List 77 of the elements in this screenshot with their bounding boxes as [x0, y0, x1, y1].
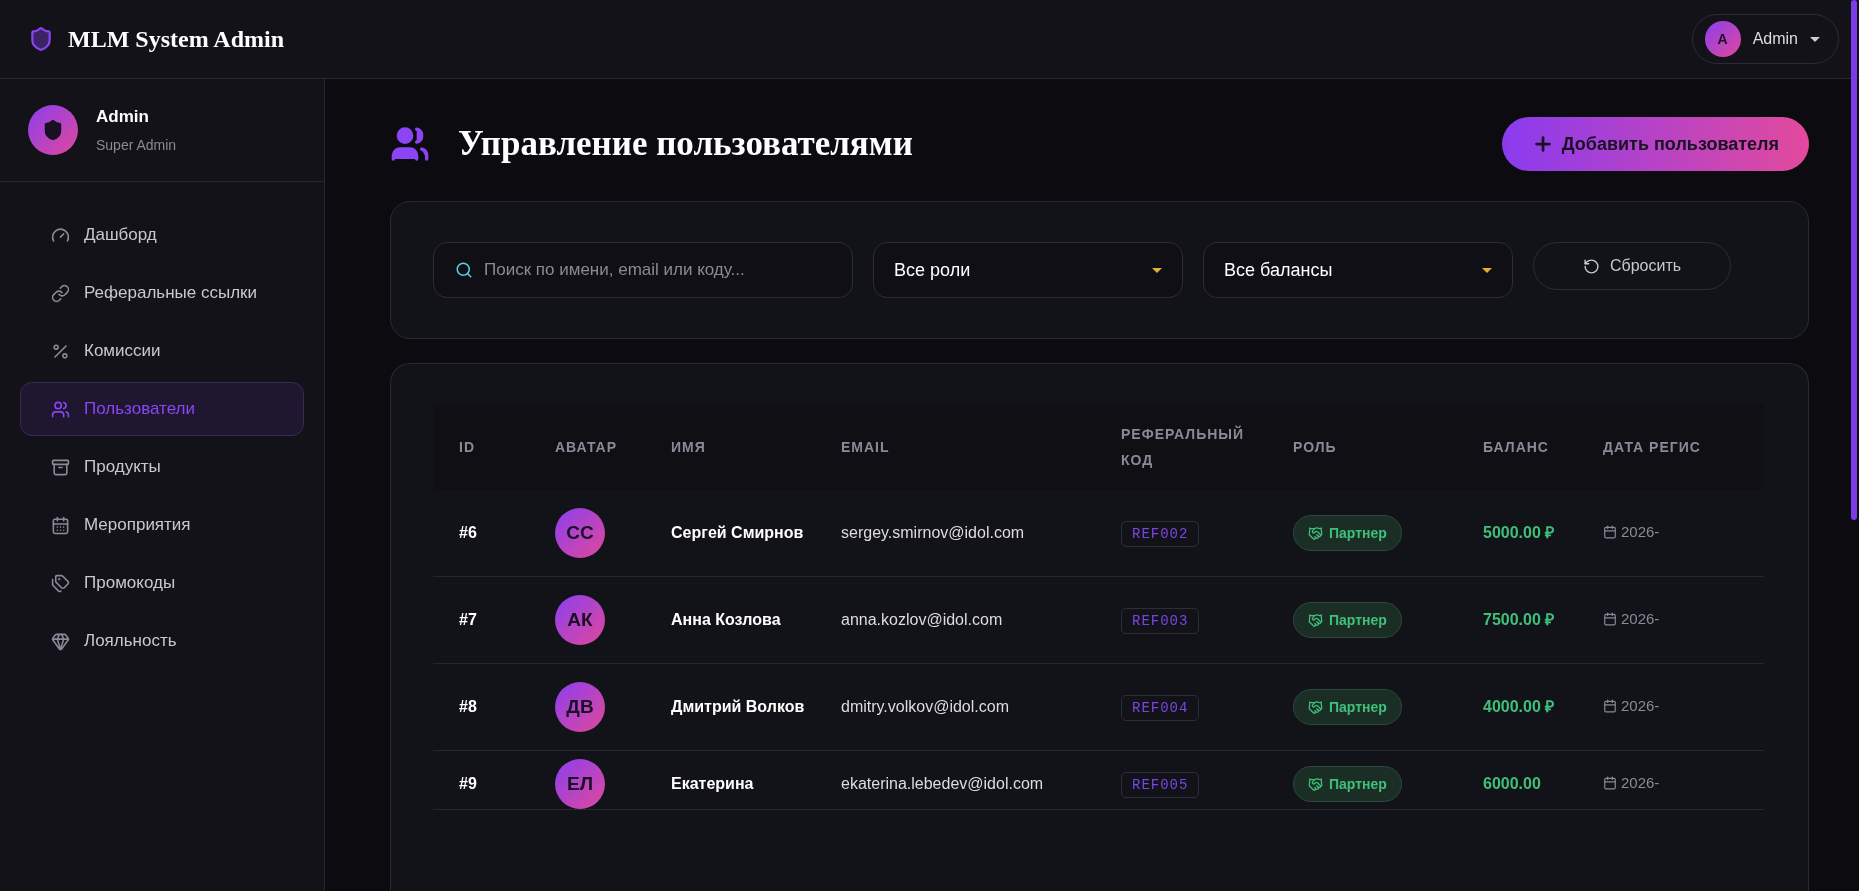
table-cell: dmitry.volkov@idol.com — [815, 663, 1095, 751]
table-cell: anna.kozlov@idol.com — [815, 576, 1095, 664]
referral-code: REF002 — [1121, 521, 1200, 547]
users-icon — [51, 399, 70, 419]
user-avatar: СС — [555, 508, 605, 558]
reset-icon — [1582, 257, 1600, 275]
column-header: БАЛАНС — [1457, 404, 1577, 490]
column-header: РЕФЕРАЛЬНЫЙ КОД — [1095, 404, 1267, 490]
table-cell: #7 — [433, 576, 529, 664]
role-badge: Партнер — [1293, 689, 1402, 725]
handshake-icon — [1308, 612, 1323, 628]
users-icon — [390, 124, 430, 164]
sidebar-item[interactable]: Продукты — [20, 440, 304, 494]
table-cell: #9 — [433, 750, 529, 810]
table-cell: Екатерина — [645, 750, 815, 810]
sidebar-item[interactable]: Реферальные ссылки — [20, 266, 304, 320]
role-badge: Партнер — [1293, 602, 1402, 638]
referral-code: REF005 — [1121, 772, 1200, 798]
profile-name: Admin — [96, 107, 150, 127]
user-avatar: АК — [555, 595, 605, 645]
table-cell: Дмитрий Волков — [645, 663, 815, 751]
table-cell: Сергей Смирнов — [645, 490, 815, 577]
search-field[interactable]: Поиск по имени, email или коду... — [433, 242, 853, 298]
date-text: 2026- — [1603, 768, 1660, 798]
gem-icon — [51, 631, 70, 651]
page-title: Управление пользователями — [458, 124, 913, 164]
table-cell: #8 — [433, 663, 529, 751]
table-cell: ekaterina.lebedev@idol.com — [815, 750, 1095, 810]
calendar-icon — [1603, 525, 1617, 539]
table-cell: 6000.00 — [1457, 750, 1577, 810]
sidebar-item[interactable]: Пользователи — [20, 382, 304, 436]
calendar-icon — [1603, 699, 1617, 713]
app-title: MLM System Admin — [68, 25, 284, 53]
scrollbar-thumb[interactable] — [1851, 0, 1857, 520]
box-icon — [51, 457, 70, 477]
profile-role: Super Admin — [96, 137, 177, 153]
calendar-icon — [1603, 776, 1617, 790]
sidebar-item[interactable]: Дашборд — [20, 208, 304, 262]
column-header: ДАТА РЕГИС — [1577, 404, 1764, 490]
table-cell: 5000.00 ₽ — [1457, 490, 1577, 577]
role-select[interactable]: Все роли — [873, 242, 1183, 298]
sidebar-item[interactable]: Лояльность — [20, 614, 304, 668]
add-user-button[interactable]: Добавить пользователя — [1501, 117, 1809, 171]
tags-icon — [51, 573, 70, 593]
sidebar-item[interactable]: Мероприятия — [20, 498, 304, 552]
user-avatar: ЕЛ — [555, 759, 605, 809]
column-header: РОЛЬ — [1267, 404, 1457, 490]
table-cell: sergey.smirnov@idol.com — [815, 490, 1095, 577]
role-badge: Партнер — [1293, 766, 1402, 802]
shield-logo-icon — [28, 26, 54, 52]
balance-select[interactable]: Все балансы — [1203, 242, 1513, 298]
handshake-icon — [1308, 525, 1323, 541]
handshake-icon — [1308, 776, 1323, 792]
column-header: ИМЯ — [645, 404, 815, 490]
calendar-icon — [51, 515, 70, 535]
table-cell: 4000.00 ₽ — [1457, 663, 1577, 751]
user-avatar: ДВ — [555, 682, 605, 732]
column-header: ID — [433, 404, 529, 490]
percent-icon — [51, 341, 70, 361]
table-cell: 7500.00 ₽ — [1457, 576, 1577, 664]
profile-avatar — [28, 105, 78, 155]
role-badge: Партнер — [1293, 515, 1402, 551]
column-header: АВАТАР — [529, 404, 645, 490]
handshake-icon — [1308, 699, 1323, 715]
sidebar-item[interactable]: Промокоды — [20, 556, 304, 610]
referral-code: REF004 — [1121, 695, 1200, 721]
date-text: 2026- — [1603, 604, 1660, 634]
table-cell: #6 — [433, 490, 529, 577]
date-text: 2026- — [1603, 517, 1660, 547]
table-cell: Анна Козлова — [645, 576, 815, 664]
date-text: 2026- — [1603, 691, 1660, 721]
gauge-icon — [51, 225, 70, 245]
calendar-icon — [1603, 612, 1617, 626]
referral-code: REF003 — [1121, 608, 1200, 634]
column-header: EMAIL — [815, 404, 1095, 490]
sidebar-item[interactable]: Комиссии — [20, 324, 304, 378]
link-icon — [51, 283, 70, 303]
